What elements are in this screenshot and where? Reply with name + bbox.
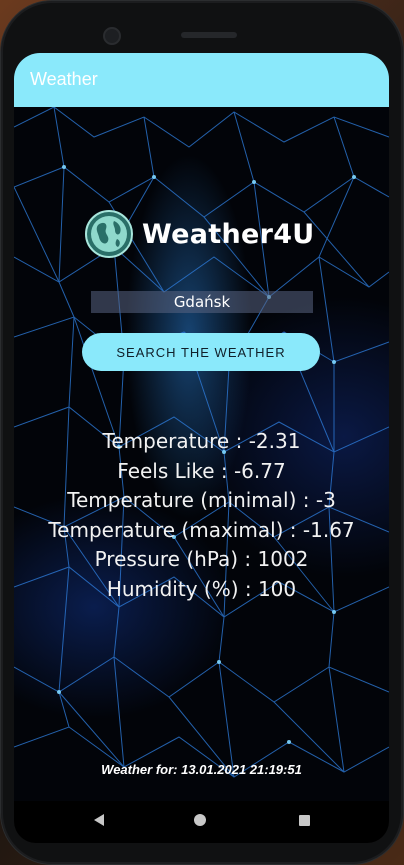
weather-stats: Temperature : -2.31 Feels Like : -6.77 T… [14,427,389,604]
recents-square-icon[interactable] [299,815,310,826]
city-input[interactable]: Gdańsk [91,291,313,313]
phone-frame: Weather Weather4U Gdańsk SEARCH THE WEAT… [0,0,404,865]
pressure-value: 1002 [257,547,309,571]
app-title: Weather [30,69,98,89]
humidity-value: 100 [257,576,297,601]
weather-timestamp: Weather for: 13.01.2021 21:19:51 [101,762,302,777]
system-nav-bar [14,801,389,843]
temp-min-row: Temperature (minimal) : -3 [67,488,336,512]
back-triangle-icon[interactable] [94,814,104,826]
pressure-row: Pressure (hPa) : 1002 [94,547,309,571]
feels-like-row: Feels Like : -6.77 [117,458,286,483]
app-logo: Weather4U [84,207,315,261]
temperature-row: Temperature : -2.31 [102,429,301,453]
temp-min-value: -3 [315,488,336,512]
temp-max-row: Temperature (maximal) : -1.67 [48,517,355,542]
humidity-row: Humidity (%) : 100 [106,576,297,601]
humidity-label: Humidity (%) [106,576,239,601]
app-bar: Weather [14,53,389,107]
globe-icon [85,210,133,258]
speaker-grille [181,32,237,38]
temperature-value: -2.31 [248,429,301,453]
temperature-label: Temperature [102,429,230,453]
camera-icon [103,27,121,45]
logo-text: Weather4U [142,218,315,250]
search-weather-button[interactable]: SEARCH THE WEATHER [82,333,320,371]
temp-max-label: Temperature (maximal) [48,517,284,542]
feels-like-value: -6.77 [233,458,286,483]
pressure-label: Pressure (hPa) [94,547,239,571]
feels-like-label: Feels Like [117,458,215,483]
home-circle-icon[interactable] [194,814,206,826]
app-screen: Weather Weather4U Gdańsk SEARCH THE WEAT… [14,53,389,801]
temp-max-value: -1.67 [302,517,355,542]
temp-min-label: Temperature (minimal) [67,488,297,512]
